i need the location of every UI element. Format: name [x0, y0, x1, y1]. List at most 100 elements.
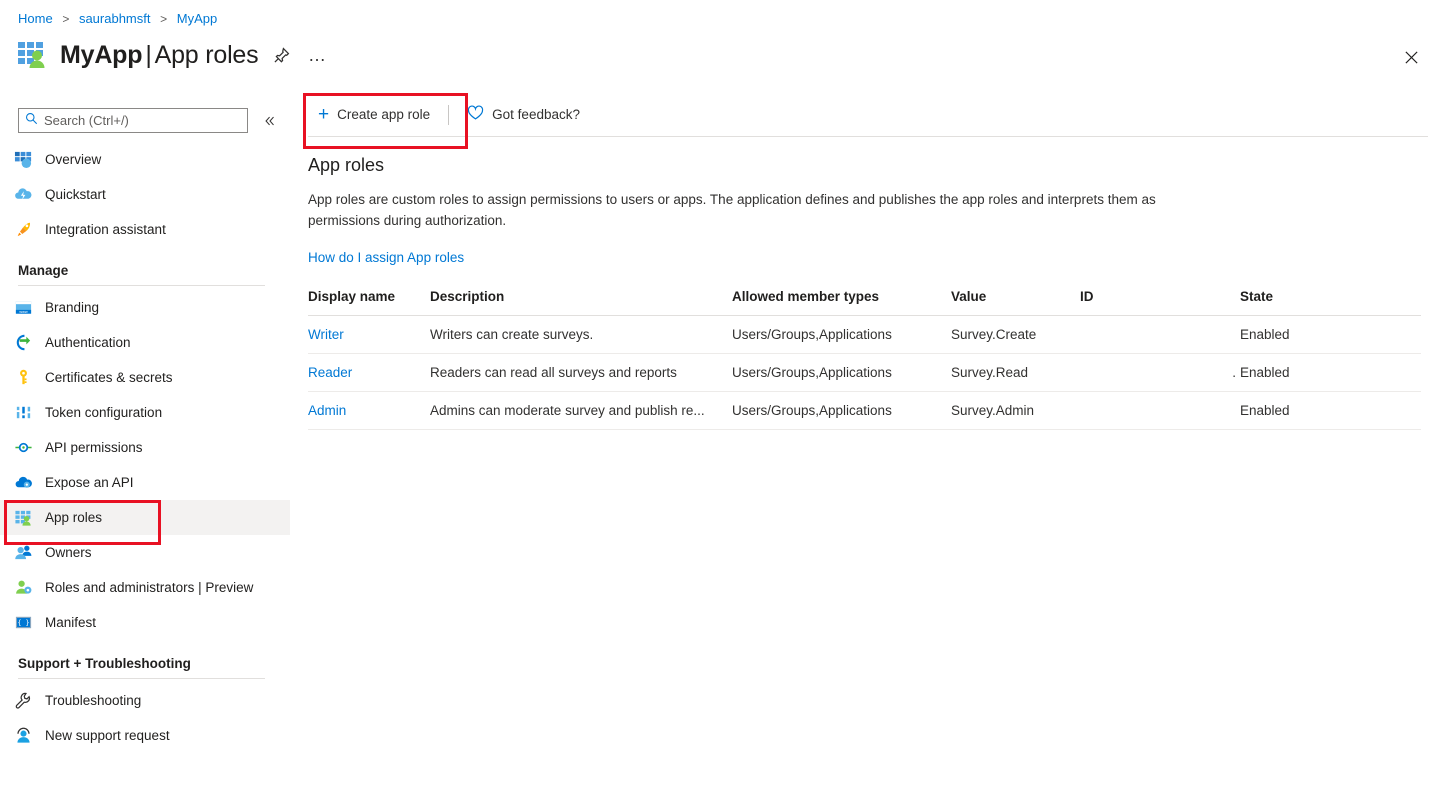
- cell-id: [1080, 316, 1240, 354]
- sidebar-item-troubleshooting[interactable]: Troubleshooting: [0, 683, 290, 718]
- sidebar-item-label: Overview: [45, 152, 101, 167]
- sidebar-item-label: Troubleshooting: [45, 693, 141, 708]
- cell-display-name: Reader: [308, 354, 430, 392]
- sidebar-item-manifest[interactable]: { } Manifest: [0, 605, 290, 640]
- sidebar-item-new-support-request[interactable]: New support request: [0, 718, 290, 753]
- ellipsis-icon[interactable]: …: [304, 42, 330, 68]
- sidebar-item-app-roles[interactable]: App roles: [0, 500, 290, 535]
- page-title-app: MyApp: [60, 41, 142, 69]
- cell-description: Readers can read all surveys and reports: [430, 354, 732, 392]
- sidebar-item-integration-assistant[interactable]: Integration assistant: [0, 212, 290, 247]
- how-do-i-assign-app-roles-link[interactable]: How do I assign App roles: [308, 250, 464, 265]
- cell-state: Enabled: [1240, 354, 1421, 392]
- key-icon: [14, 368, 34, 388]
- page-title-separator: |: [142, 41, 154, 69]
- manifest-code-icon: { }: [14, 613, 34, 633]
- search-box[interactable]: [18, 108, 248, 133]
- breadcrumb-item-home[interactable]: Home: [18, 11, 53, 26]
- cell-state: Enabled: [1240, 392, 1421, 430]
- sidebar-item-label: Authentication: [45, 335, 131, 350]
- search-input[interactable]: [38, 112, 241, 129]
- section-description: App roles are custom roles to assign per…: [308, 189, 1193, 231]
- section-title: App roles: [308, 155, 1428, 176]
- wrench-icon: [14, 691, 34, 711]
- cell-value: Survey.Admin: [951, 392, 1080, 430]
- sidebar-item-roles-and-administrators[interactable]: Roles and administrators | Preview: [0, 570, 290, 605]
- sidebar-item-authentication[interactable]: Authentication: [0, 325, 290, 360]
- app-role-link[interactable]: Writer: [308, 327, 344, 342]
- sidebar-item-branding[interactable]: www Branding: [0, 290, 290, 325]
- sidebar-item-label: App roles: [45, 510, 102, 525]
- support-person-icon: [14, 726, 34, 746]
- api-permissions-icon: [14, 438, 34, 458]
- breadcrumb-item-tenant[interactable]: saurabhmsft: [79, 11, 151, 26]
- search-icon: [25, 112, 38, 130]
- sidebar-item-token-configuration[interactable]: Token configuration: [0, 395, 290, 430]
- sidebar-item-owners[interactable]: Owners: [0, 535, 290, 570]
- roles-admin-icon: [14, 578, 34, 598]
- column-header-allowed-member-types[interactable]: Allowed member types: [732, 289, 951, 316]
- create-app-role-label: Create app role: [337, 107, 430, 122]
- cell-value: Survey.Create: [951, 316, 1080, 354]
- branding-browser-icon: www: [14, 298, 34, 318]
- cell-allowed-member-types: Users/Groups,Applications: [732, 354, 951, 392]
- sidebar: Overview Quickstart: [0, 100, 290, 795]
- pin-icon[interactable]: [268, 42, 294, 68]
- table-row[interactable]: Reader Readers can read all surveys and …: [308, 354, 1421, 392]
- sidebar-group-divider: [18, 678, 265, 679]
- chevron-double-left-icon[interactable]: [258, 109, 282, 133]
- sidebar-item-label: Branding: [45, 300, 99, 315]
- sidebar-item-label: API permissions: [45, 440, 143, 455]
- sidebar-item-label: Integration assistant: [45, 222, 166, 237]
- cell-display-name: Admin: [308, 392, 430, 430]
- sidebar-item-label: Manifest: [45, 615, 96, 630]
- sidebar-item-api-permissions[interactable]: API permissions: [0, 430, 290, 465]
- app-role-link[interactable]: Reader: [308, 365, 352, 380]
- close-icon[interactable]: [1398, 44, 1424, 70]
- sidebar-item-label: Roles and administrators | Preview: [45, 580, 253, 595]
- sidebar-item-certificates-secrets[interactable]: Certificates & secrets: [0, 360, 290, 395]
- sidebar-item-overview[interactable]: Overview: [0, 142, 290, 177]
- overview-grid-icon: [14, 150, 34, 170]
- cell-description: Admins can moderate survey and publish r…: [430, 392, 732, 430]
- cell-allowed-member-types: Users/Groups,Applications: [732, 316, 951, 354]
- sidebar-item-quickstart[interactable]: Quickstart: [0, 177, 290, 212]
- quickstart-cloud-icon: [14, 185, 34, 205]
- cell-value: Survey.Read: [951, 354, 1080, 392]
- sidebar-item-label: New support request: [45, 728, 170, 743]
- svg-text:www: www: [19, 310, 27, 314]
- table-row[interactable]: Writer Writers can create surveys. Users…: [308, 316, 1421, 354]
- sidebar-group-title: Support + Troubleshooting: [0, 640, 290, 674]
- cell-description: Writers can create surveys.: [430, 316, 732, 354]
- column-header-description[interactable]: Description: [430, 289, 732, 316]
- command-bar: + Create app role Got feedback?: [290, 92, 1446, 137]
- breadcrumb-item-myapp[interactable]: MyApp: [177, 11, 217, 26]
- sidebar-group-title: Manage: [0, 247, 290, 281]
- column-header-value[interactable]: Value: [951, 289, 1080, 316]
- toolbar-separator: [448, 105, 449, 125]
- create-app-role-button[interactable]: + Create app role: [308, 99, 440, 131]
- sidebar-item-expose-an-api[interactable]: Expose an API: [0, 465, 290, 500]
- app-role-link[interactable]: Admin: [308, 403, 346, 418]
- owners-people-icon: [14, 543, 34, 563]
- got-feedback-button[interactable]: Got feedback?: [457, 99, 590, 131]
- ellipsis-glyph: …: [308, 50, 327, 60]
- breadcrumb-separator: >: [62, 12, 69, 26]
- sidebar-item-label: Expose an API: [45, 475, 134, 490]
- sidebar-item-label: Certificates & secrets: [45, 370, 173, 385]
- table-row[interactable]: Admin Admins can moderate survey and pub…: [308, 392, 1421, 430]
- sidebar-group-divider: [18, 285, 265, 286]
- page-header: MyApp|App roles …: [16, 38, 330, 72]
- app-roles-icon: [14, 508, 34, 528]
- cell-state: Enabled: [1240, 316, 1421, 354]
- column-header-id[interactable]: ID: [1080, 289, 1240, 316]
- rocket-icon: [14, 220, 34, 240]
- toolbar-rule: [308, 136, 1428, 137]
- app-registration-icon: [16, 38, 50, 72]
- column-header-state[interactable]: State: [1240, 289, 1421, 316]
- expose-api-cloud-icon: [14, 473, 34, 493]
- authentication-arrow-icon: [14, 333, 34, 353]
- table-header-row: Display name Description Allowed member …: [308, 289, 1421, 316]
- column-header-display-name[interactable]: Display name: [308, 289, 430, 316]
- heart-icon: [467, 105, 484, 124]
